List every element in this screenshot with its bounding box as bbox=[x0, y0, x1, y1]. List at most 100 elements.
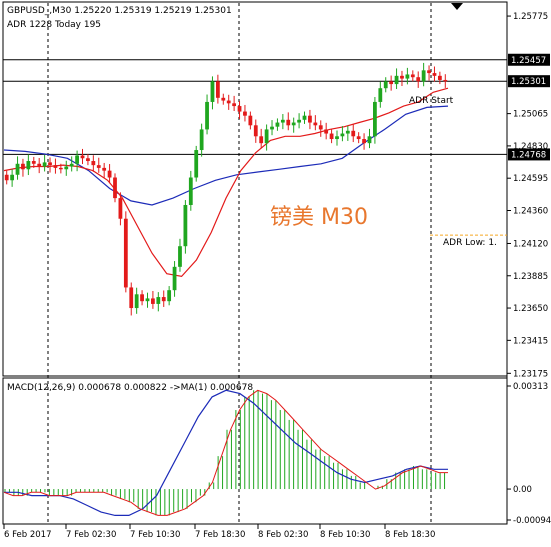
candle-body bbox=[183, 204, 188, 247]
candle-body bbox=[340, 133, 345, 137]
candle-body bbox=[37, 163, 42, 167]
candle-body bbox=[107, 170, 112, 178]
candle-body bbox=[373, 101, 377, 137]
candle-body bbox=[10, 174, 15, 181]
macd-signal-line bbox=[4, 389, 448, 516]
candle-body bbox=[167, 290, 172, 302]
price-tick-label: 1.23650 bbox=[513, 304, 548, 314]
candle-body bbox=[335, 136, 339, 140]
candle-body bbox=[248, 115, 253, 126]
shift-arrow-icon[interactable] bbox=[451, 3, 463, 10]
candle-body bbox=[194, 150, 199, 178]
candle-body bbox=[378, 88, 383, 102]
adr-start-label: ADR Start bbox=[409, 96, 454, 106]
candle-body bbox=[437, 75, 442, 80]
price-tick-label: 1.24120 bbox=[513, 239, 548, 249]
price-chart[interactable]: GBPUSD_,M30 1.25220 1.25319 1.25219 1.25… bbox=[0, 0, 551, 547]
candle-body bbox=[134, 294, 139, 309]
time-tick-label: 7 Feb 10:30 bbox=[130, 530, 180, 540]
candle-body bbox=[188, 177, 193, 205]
candle-body bbox=[421, 70, 426, 82]
price-tick-label: 1.23415 bbox=[513, 336, 548, 346]
candle-body bbox=[53, 165, 58, 168]
price-tick-label: 1.24360 bbox=[513, 206, 548, 216]
candle-body bbox=[302, 115, 307, 120]
macd-label: MACD(12,26,9) 0.000678 0.000822 ->MA(1) … bbox=[7, 383, 253, 393]
candle-body bbox=[210, 81, 215, 102]
candle-body bbox=[129, 287, 134, 309]
candle-body bbox=[253, 125, 258, 137]
candle-body bbox=[264, 129, 269, 144]
candle-body bbox=[221, 97, 226, 101]
price-tick-label: 1.25065 bbox=[513, 110, 548, 120]
candle-body bbox=[383, 81, 388, 89]
candle-body bbox=[389, 81, 394, 85]
candle-body bbox=[405, 74, 410, 79]
candle-body bbox=[351, 130, 356, 137]
fast-ma-line bbox=[3, 87, 449, 278]
candle-body bbox=[313, 122, 318, 126]
candle-body bbox=[345, 130, 350, 134]
candle-body bbox=[172, 266, 177, 291]
macd-ma-line bbox=[3, 389, 448, 516]
candle-body bbox=[80, 155, 85, 159]
adr-low-label: ADR Low: 1. bbox=[443, 238, 497, 248]
candle-body bbox=[280, 119, 285, 123]
time-axis: 6 Feb 2017 7 Feb 02:30 7 Feb 10:30 7 Feb 18… bbox=[3, 524, 435, 540]
time-tick-label: 8 Feb 02:30 bbox=[258, 530, 308, 540]
candle-body bbox=[4, 174, 9, 181]
candle-body bbox=[324, 129, 329, 134]
price-tick-label: 1.25775 bbox=[513, 12, 548, 22]
time-tick-label: 7 Feb 02:30 bbox=[66, 530, 116, 540]
chart-stage: GBPUSD_,M30 1.25220 1.25319 1.25219 1.25… bbox=[0, 0, 551, 547]
candle-body bbox=[91, 161, 96, 166]
macd-tick-label: 0.00 bbox=[513, 485, 532, 495]
price-tick-label: 1.24595 bbox=[513, 174, 548, 184]
price-tick-label: 1.23885 bbox=[513, 272, 548, 282]
candle-body bbox=[123, 218, 128, 288]
candle-body bbox=[362, 139, 366, 144]
candle-body bbox=[161, 297, 166, 302]
candle-body bbox=[215, 81, 220, 98]
candle-body bbox=[75, 155, 79, 164]
level-price-label: 1.25457 bbox=[511, 56, 546, 66]
candle-body bbox=[96, 165, 101, 168]
candle-body bbox=[243, 111, 247, 116]
candle-body bbox=[102, 167, 107, 171]
candle-body bbox=[151, 298, 155, 304]
candle-body bbox=[232, 103, 237, 107]
horizontal-levels[interactable]: 1.25457 1.25301 1.24768 bbox=[3, 53, 550, 161]
price-axis: 1.25775 1.25065 1.24830 1.24595 1.24360 1.241… bbox=[507, 12, 548, 379]
candle-body bbox=[48, 162, 52, 166]
candle-body bbox=[297, 119, 301, 123]
candle-body bbox=[199, 129, 204, 151]
candle-body bbox=[156, 297, 161, 304]
candles bbox=[4, 62, 448, 316]
price-tick-label: 1.24830 bbox=[513, 142, 548, 152]
candle-body bbox=[367, 136, 372, 144]
candle-body bbox=[356, 136, 361, 140]
candle-body bbox=[140, 294, 144, 302]
candle-body bbox=[308, 115, 312, 123]
candle-body bbox=[145, 298, 150, 302]
candle-body bbox=[427, 70, 431, 74]
candle-body bbox=[113, 177, 117, 199]
candle-body bbox=[15, 163, 20, 175]
candle-body bbox=[410, 74, 415, 78]
candle-body bbox=[291, 122, 296, 126]
level-price-label: 1.25301 bbox=[511, 77, 546, 87]
candle-body bbox=[205, 101, 209, 130]
macd-histogram bbox=[4, 390, 446, 516]
candle-body bbox=[394, 75, 399, 85]
candle-body bbox=[237, 106, 242, 112]
price-tick-label: 1.23175 bbox=[513, 369, 548, 379]
macd-tick-label: 0.00313 bbox=[513, 382, 548, 392]
candle-body bbox=[64, 166, 69, 170]
candle-body bbox=[42, 162, 47, 167]
candle-body bbox=[86, 158, 90, 162]
candle-body bbox=[400, 75, 404, 79]
time-tick-label: 8 Feb 18:30 bbox=[385, 530, 435, 540]
symbol-header: GBPUSD_,M30 1.25220 1.25319 1.25219 1.25… bbox=[7, 6, 232, 16]
candle-body bbox=[416, 77, 421, 82]
slow-ma-line bbox=[3, 105, 449, 206]
